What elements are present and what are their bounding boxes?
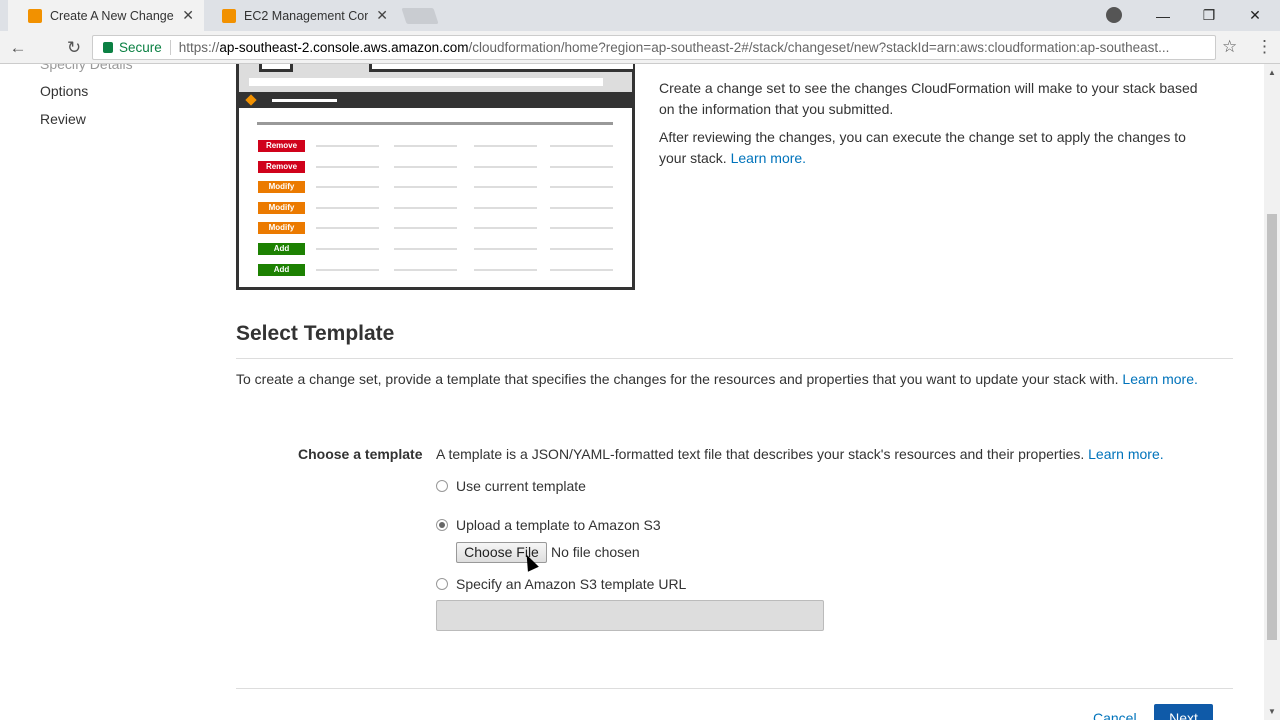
star-icon[interactable]: ☆ — [1222, 37, 1237, 57]
radio-upload-to-s3[interactable]: Upload a template to Amazon S3 — [436, 517, 661, 533]
vertical-scrollbar[interactable]: ▲ ▼ — [1264, 64, 1280, 720]
badge-add: Add — [258, 243, 305, 255]
badge-modify: Modify — [258, 222, 305, 234]
close-icon[interactable]: ✕ — [376, 7, 388, 24]
radio-use-current-template[interactable]: Use current template — [436, 478, 586, 494]
url-path: /cloudformation/home?region=ap-southeast… — [468, 40, 1170, 55]
radio-specify-s3-url[interactable]: Specify an Amazon S3 template URL — [436, 576, 686, 592]
reload-icon[interactable]: ↻ — [63, 37, 85, 59]
template-help-text: A template is a JSON/YAML-formatted text… — [436, 446, 1164, 462]
divider — [236, 688, 1233, 689]
radio-button[interactable] — [436, 519, 448, 531]
sidebar-item-options[interactable]: Options — [40, 83, 88, 99]
aws-favicon-icon — [222, 8, 236, 23]
lock-icon — [103, 42, 113, 53]
radio-button[interactable] — [436, 480, 448, 492]
url-field[interactable]: Secure https://ap-southeast-2.console.aw… — [92, 35, 1216, 60]
cancel-button[interactable]: Cancel — [1093, 710, 1137, 720]
window-controls: — ❐ ✕ — [1140, 0, 1278, 31]
section-description-text: To create a change set, provide a templa… — [236, 371, 1119, 387]
section-title: Select Template — [236, 322, 395, 345]
radio-label: Upload a template to Amazon S3 — [456, 517, 661, 533]
new-tab-button[interactable] — [401, 8, 439, 24]
scroll-down-arrow-icon[interactable]: ▼ — [1268, 707, 1276, 716]
scroll-up-arrow-icon[interactable]: ▲ — [1268, 68, 1276, 77]
url-scheme: https:// — [178, 40, 220, 55]
choose-template-label: Choose a template — [298, 446, 423, 462]
minimize-icon[interactable]: — — [1140, 8, 1186, 24]
s3-template-url-input[interactable] — [436, 600, 824, 631]
url-host: ap-southeast-2.console.aws.amazon.com — [219, 40, 469, 55]
sidebar-item-specify-details[interactable]: Specify Details — [40, 64, 133, 72]
close-icon[interactable]: ✕ — [182, 7, 194, 24]
intro-paragraph-2: After reviewing the changes, you can exe… — [659, 127, 1199, 169]
next-button[interactable]: Next — [1154, 704, 1213, 720]
scroll-thumb[interactable] — [1267, 214, 1277, 640]
change-set-illustration: Remove Remove Modify Modify Modify Add A… — [236, 64, 635, 290]
divider — [236, 358, 1233, 359]
address-bar-row: ← ↻ Secure https://ap-southeast-2.consol… — [0, 31, 1280, 64]
window-close-icon[interactable]: ✕ — [1232, 7, 1278, 24]
learn-more-link[interactable]: Learn more. — [731, 150, 806, 166]
restore-icon[interactable]: ❐ — [1186, 7, 1232, 24]
intro-paragraph-1: Create a change set to see the changes C… — [659, 80, 1198, 117]
file-status-text: No file chosen — [551, 544, 640, 560]
tab-create-change-set[interactable]: Create A New Change Se ✕ — [8, 0, 204, 31]
badge-modify: Modify — [258, 181, 305, 193]
radio-label: Specify an Amazon S3 template URL — [456, 576, 687, 592]
badge-remove: Remove — [258, 140, 305, 152]
profile-icon[interactable] — [1106, 7, 1122, 23]
radio-button[interactable] — [436, 578, 448, 590]
section-description: To create a change set, provide a templa… — [236, 371, 1198, 387]
tab-ec2-console[interactable]: EC2 Management Consol ✕ — [202, 0, 398, 31]
tab-title: EC2 Management Consol — [244, 8, 369, 23]
learn-more-link[interactable]: Learn more. — [1088, 446, 1163, 462]
back-arrow-icon[interactable]: ← — [7, 37, 29, 59]
secure-label: Secure — [119, 40, 171, 55]
badge-remove: Remove — [258, 161, 305, 173]
template-help-body: A template is a JSON/YAML-formatted text… — [436, 446, 1085, 462]
kebab-menu-icon[interactable]: ⋮ — [1256, 37, 1273, 57]
aws-favicon-icon — [28, 8, 42, 23]
tab-title: Create A New Change Se — [50, 8, 174, 23]
badge-add: Add — [258, 264, 305, 276]
learn-more-link[interactable]: Learn more. — [1122, 371, 1197, 387]
browser-tab-bar: Create A New Change Se ✕ EC2 Management … — [0, 0, 1280, 31]
page-content: Specify Details Options Review Remove Re… — [0, 64, 1264, 720]
radio-label: Use current template — [456, 478, 586, 494]
badge-modify: Modify — [258, 202, 305, 214]
sidebar-item-review[interactable]: Review — [40, 111, 86, 127]
